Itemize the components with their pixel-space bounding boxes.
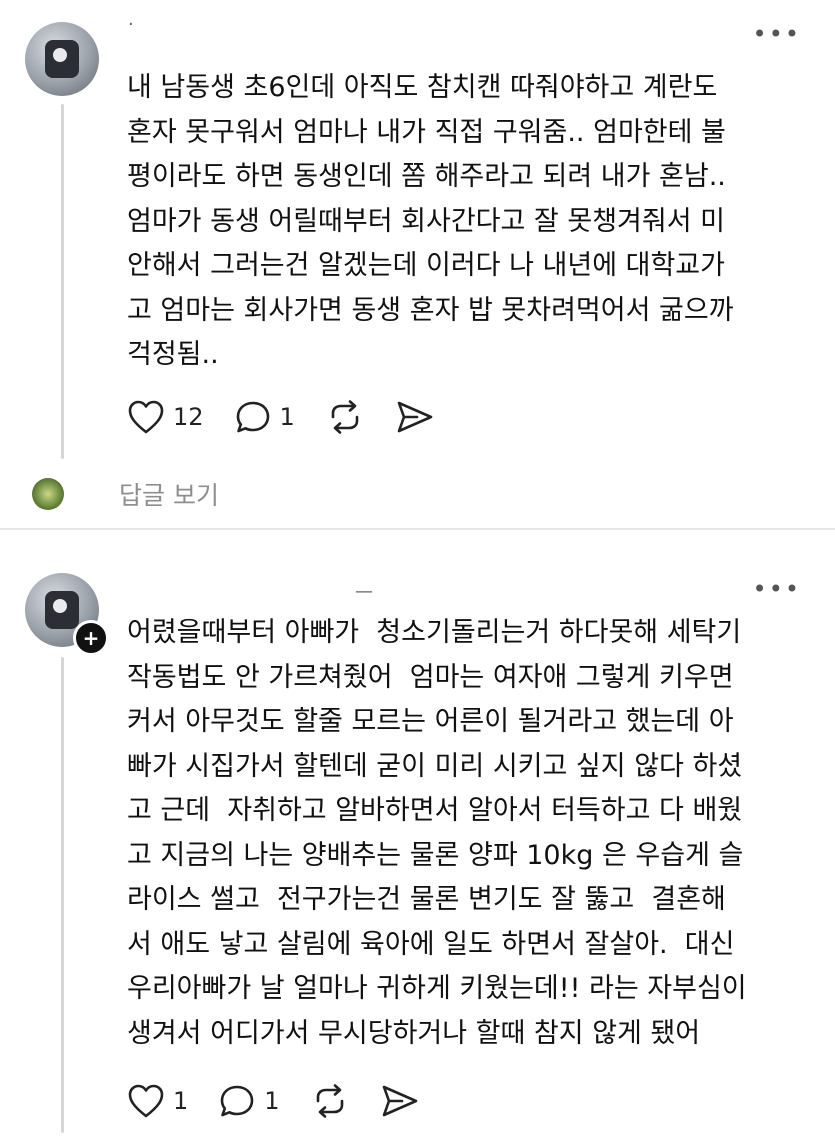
share-button[interactable] — [395, 399, 435, 435]
username[interactable]: · — [128, 14, 134, 35]
repost-button[interactable] — [310, 1083, 350, 1119]
action-bar: 12 1 — [127, 397, 465, 437]
heart-icon — [128, 400, 164, 434]
thread-post: · ••• 내 남동생 초6인데 아직도 참치캔 따줘야하고 계란도 혼자 못구… — [0, 0, 835, 528]
more-options-icon[interactable]: ••• — [753, 20, 801, 48]
comment-button[interactable]: 1 — [234, 399, 295, 435]
thread-line — [61, 104, 64, 459]
avatar[interactable] — [25, 22, 99, 96]
more-options-icon[interactable]: ••• — [753, 575, 801, 603]
comment-bubble-icon — [220, 1085, 254, 1117]
replier-avatar — [32, 478, 64, 510]
view-replies-row[interactable]: 답글 보기 — [32, 476, 219, 512]
post-text: 어렸을때부터 아빠가 청소기돌리는거 하다못해 세탁기 작동법도 안 가르쳐줬어… — [127, 617, 747, 1049]
repost-icon — [316, 1084, 343, 1118]
share-button[interactable] — [380, 1083, 420, 1119]
view-replies-link[interactable]: 답글 보기 — [119, 476, 219, 512]
action-bar: 1 1 — [127, 1081, 450, 1121]
like-count: 12 — [173, 403, 204, 431]
like-button[interactable]: 1 — [127, 1083, 188, 1119]
comment-button[interactable]: 1 — [218, 1083, 280, 1119]
repost-icon — [331, 400, 359, 434]
thread-post: + — ••• 어렸을때부터 아빠가 청소기돌리는거 하다못해 세탁기 작동법도… — [0, 545, 835, 1143]
reply-count: 1 — [264, 1087, 280, 1115]
reply-count: 1 — [279, 403, 295, 431]
send-icon — [382, 1085, 417, 1117]
thread-line — [61, 657, 64, 1133]
repost-button[interactable] — [325, 399, 365, 435]
comment-bubble-icon — [236, 401, 269, 433]
post-divider — [0, 528, 835, 530]
send-icon — [397, 401, 433, 433]
follow-plus-icon[interactable]: + — [73, 620, 109, 656]
heart-icon — [128, 1084, 164, 1118]
like-button[interactable]: 12 — [127, 399, 204, 435]
post-text: 내 남동생 초6인데 아직도 참치캔 따줘야하고 계란도 혼자 못구워서 엄마나… — [127, 72, 734, 370]
username[interactable]: — — [355, 581, 373, 602]
like-count: 1 — [173, 1087, 189, 1115]
